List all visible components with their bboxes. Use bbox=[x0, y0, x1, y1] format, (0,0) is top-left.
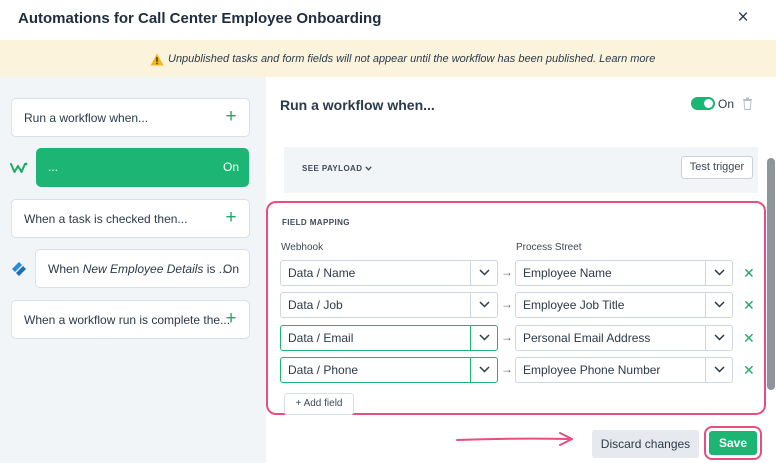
target-field-value: Employee Job Title bbox=[523, 298, 625, 312]
column-header-webhook: Webhook bbox=[281, 242, 324, 253]
see-payload-toggle[interactable]: SEE PAYLOAD bbox=[302, 164, 372, 173]
trigger-sidebar: Run a workflow when... + ... On When a t… bbox=[0, 77, 266, 463]
source-field-value: Data / Phone bbox=[288, 363, 359, 377]
source-field-select[interactable]: Data / Name bbox=[280, 260, 498, 286]
target-field-value: Employee Name bbox=[523, 266, 612, 280]
trigger-card-label: ... bbox=[48, 160, 59, 174]
trigger-detail-panel: Run a workflow when... On SEE PAYLOAD Te… bbox=[266, 77, 766, 463]
arrow-right-icon: → bbox=[501, 297, 513, 311]
target-field-select[interactable]: Employee Job Title bbox=[515, 292, 733, 318]
source-field-value: Data / Name bbox=[288, 266, 356, 280]
source-field-select[interactable]: Data / Job bbox=[280, 292, 498, 318]
test-trigger-button[interactable]: Test trigger bbox=[681, 156, 753, 179]
remove-mapping-icon[interactable]: ✕ bbox=[743, 266, 755, 280]
target-field-select[interactable]: Employee Phone Number bbox=[515, 357, 733, 383]
chevron-down-icon bbox=[714, 366, 725, 373]
add-icon[interactable]: + bbox=[223, 107, 239, 126]
target-field-value: Employee Phone Number bbox=[523, 363, 661, 377]
chevron-down-icon bbox=[479, 301, 490, 308]
source-field-select[interactable]: Data / Email bbox=[280, 325, 498, 351]
arrow-right-icon: → bbox=[501, 265, 513, 279]
target-field-select[interactable]: Personal Email Address bbox=[515, 325, 733, 351]
banner-text: Unpublished tasks and form fields will n… bbox=[168, 53, 656, 65]
unpublished-warning-banner: Unpublished tasks and form fields will n… bbox=[0, 40, 776, 77]
scrollbar-thumb[interactable] bbox=[767, 158, 775, 390]
trigger-card-label: Run a workflow when... bbox=[24, 111, 149, 125]
add-icon[interactable]: + bbox=[223, 208, 239, 227]
trigger-card-run-complete[interactable]: When a workflow run is complete the... + bbox=[11, 300, 250, 339]
trigger-card-run-workflow[interactable]: Run a workflow when... + bbox=[11, 98, 250, 137]
webhook-icon bbox=[10, 162, 28, 173]
save-button[interactable]: Save bbox=[709, 431, 757, 455]
remove-mapping-icon[interactable]: ✕ bbox=[743, 363, 755, 377]
trash-icon[interactable] bbox=[742, 97, 753, 110]
add-field-button[interactable]: + Add field bbox=[284, 393, 354, 415]
add-icon[interactable]: + bbox=[223, 309, 239, 328]
trigger-card-form-submitted[interactable]: When New Employee Details is ... On bbox=[35, 249, 250, 288]
trigger-card-label: When a workflow run is complete the... bbox=[24, 313, 231, 327]
arrow-right-icon: → bbox=[501, 362, 513, 376]
modal-header: Automations for Call Center Employee Onb… bbox=[0, 0, 776, 40]
chevron-down-icon bbox=[479, 334, 490, 341]
arrow-right-icon: → bbox=[501, 330, 513, 344]
target-field-value: Personal Email Address bbox=[523, 331, 651, 345]
trigger-card-label: When a task is checked then... bbox=[24, 212, 188, 226]
column-header-process-street: Process Street bbox=[516, 242, 582, 253]
source-field-select[interactable]: Data / Phone bbox=[280, 357, 498, 383]
warning-icon bbox=[150, 53, 164, 65]
enable-toggle[interactable] bbox=[691, 97, 715, 110]
status-on-label: On bbox=[222, 160, 239, 174]
chevron-down-icon bbox=[479, 366, 490, 373]
chevron-down-icon bbox=[365, 166, 372, 171]
source-field-value: Data / Job bbox=[288, 298, 343, 312]
toggle-label: On bbox=[718, 97, 735, 111]
trigger-card-task-checked[interactable]: When a task is checked then... + bbox=[11, 199, 250, 238]
field-mapping-label: FIELD MAPPING bbox=[282, 218, 350, 227]
panel-title: Run a workflow when... bbox=[280, 97, 435, 113]
plus-icon: + bbox=[295, 398, 302, 409]
remove-mapping-icon[interactable]: ✕ bbox=[743, 331, 755, 345]
trigger-card-label: When New Employee Details is ... bbox=[48, 262, 229, 276]
target-field-select[interactable]: Employee Name bbox=[515, 260, 733, 286]
chevron-down-icon bbox=[714, 334, 725, 341]
payload-bar: SEE PAYLOAD Test trigger bbox=[284, 147, 758, 193]
chevron-down-icon bbox=[479, 269, 490, 276]
annotation-arrow-icon bbox=[456, 432, 573, 446]
chevron-down-icon bbox=[714, 301, 725, 308]
modal-title: Automations for Call Center Employee Onb… bbox=[18, 10, 382, 27]
process-street-icon bbox=[12, 262, 26, 276]
remove-mapping-icon[interactable]: ✕ bbox=[743, 298, 755, 312]
source-field-value: Data / Email bbox=[288, 331, 354, 345]
close-icon[interactable]: × bbox=[734, 8, 752, 28]
chevron-down-icon bbox=[714, 269, 725, 276]
field-mapping-section: FIELD MAPPING Webhook Process Street Dat… bbox=[266, 201, 766, 415]
status-on-label: On bbox=[222, 262, 239, 276]
discard-changes-button[interactable]: Discard changes bbox=[592, 430, 699, 458]
trigger-card-webhook-selected[interactable]: ... On bbox=[36, 148, 249, 187]
